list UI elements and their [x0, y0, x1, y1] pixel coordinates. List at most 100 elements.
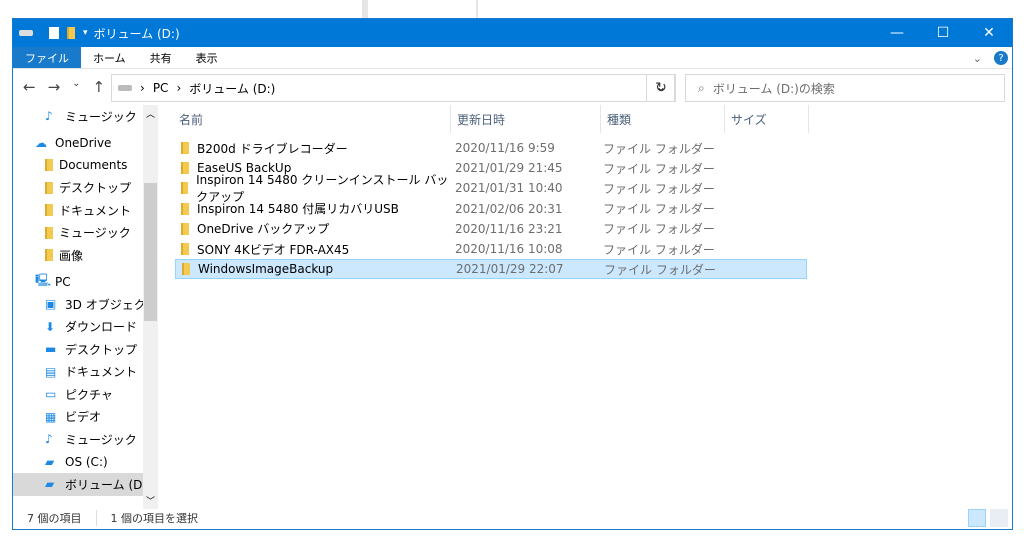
file-type: ファイル フォルダー — [603, 242, 715, 257]
properties-icon[interactable] — [49, 27, 59, 39]
sidebar-item[interactable]: ⬇ ダウンロード — [13, 316, 158, 339]
tab-share[interactable]: 共有 — [138, 47, 184, 68]
file-date: 2021/01/29 22:07 — [456, 262, 564, 277]
sidebar-item-label: OS (C:) — [65, 454, 108, 469]
file-date: 2021/01/29 21:45 — [455, 161, 563, 176]
folder-icon — [181, 202, 189, 215]
file-row[interactable]: Inspiron 14 5480 付属リカバリUSB 2021/02/06 20:… — [175, 199, 807, 219]
nav-icon: ♪ — [45, 109, 53, 124]
nav-icon: ▦ — [45, 409, 57, 424]
details-view-button[interactable] — [968, 509, 986, 527]
sidebar-item-label: ダウンロード — [65, 320, 138, 335]
sidebar-item[interactable]: Documents — [13, 154, 158, 177]
file-row[interactable]: OneDrive バックアップ 2020/11/16 23:21 ファイル フォルダ… — [175, 219, 807, 239]
tab-view[interactable]: 表示 — [184, 47, 230, 68]
sidebar-item[interactable]: ミュージック — [13, 222, 158, 245]
file-name-text: WindowsImageBackup — [198, 262, 334, 277]
sidebar-item-label: デスクトップ — [65, 342, 138, 357]
tab-file[interactable]: ファイル — [13, 47, 81, 68]
large-icons-view-button[interactable] — [990, 509, 1008, 527]
expand-ribbon-icon[interactable]: ⌄ — [961, 47, 994, 69]
nav-icon: ⬇ — [45, 319, 56, 334]
help-icon[interactable]: ? — [994, 51, 1008, 65]
sidebar-item[interactable]: 画像 — [13, 244, 158, 267]
sidebar-item[interactable]: デスクトップ — [13, 177, 158, 200]
nav-icon: ▰ — [45, 477, 55, 492]
file-date: 2021/01/31 10:40 — [455, 181, 563, 196]
sidebar-item[interactable]: ▰ OS (C:) — [13, 451, 158, 474]
navigation-scrollbar[interactable]: ︿ ﹀ — [143, 105, 158, 509]
file-row[interactable]: B200d ドライブレコーダー 2020/11/16 9:59 ファイル フォルダー — [175, 138, 807, 158]
search-input[interactable]: ⌕ ボリューム (D:)の検索 — [685, 74, 1005, 102]
nav-icon: ☁ — [35, 135, 47, 150]
file-name-text: B200d ドライブレコーダー — [197, 141, 348, 156]
file-name: SONY 4Kビデオ FDR-AX45 — [175, 241, 453, 258]
sidebar-item[interactable]: ♪ ミュージック — [13, 105, 158, 128]
column-type[interactable]: 種類 — [601, 105, 725, 133]
column-size[interactable]: サイズ — [725, 105, 809, 133]
sidebar-item[interactable]: ▰ ボリューム (D:) — [13, 473, 158, 496]
sidebar-item[interactable]: ▤ ドキュメント — [13, 361, 158, 384]
breadcrumb-volume-d[interactable]: ボリューム (D:) — [189, 80, 275, 97]
tab-home[interactable]: ホーム — [81, 47, 138, 68]
folder-icon — [181, 243, 189, 255]
sidebar-item[interactable]: ▬ デスクトップ — [13, 338, 158, 361]
column-headers: 名前 更新日時 種類 サイズ — [173, 105, 1012, 133]
nav-icon: ▣ — [45, 297, 57, 312]
nav-icon: ▭ — [45, 387, 57, 402]
folder-icon — [181, 142, 189, 154]
maximize-button[interactable]: ☐ — [920, 19, 966, 47]
sidebar-item[interactable]: ▦ ビデオ — [13, 406, 158, 429]
selection-count: 1 個の項目を選択 — [95, 510, 213, 526]
breadcrumb-sep: › — [140, 81, 145, 95]
folder-icon — [45, 204, 53, 217]
sidebar-item-label: ミュージック — [65, 109, 137, 124]
new-folder-icon[interactable] — [67, 27, 75, 39]
address-bar[interactable]: › PC › ボリューム (D:) ⌄ — [111, 74, 675, 102]
folder-icon — [45, 181, 53, 194]
sidebar-item[interactable]: ♪ ミュージック — [13, 428, 158, 451]
file-date: 2020/11/16 9:59 — [455, 141, 555, 155]
folder-icon — [45, 159, 53, 172]
file-row[interactable]: Inspiron 14 5480 クリーンインストール バックアップ 2021/0… — [175, 173, 807, 204]
sidebar-item[interactable]: 🖳 PC — [13, 271, 158, 294]
recent-locations-button[interactable]: ⌄ — [72, 78, 80, 96]
back-button[interactable]: ← — [23, 78, 36, 96]
sidebar-item-label: ドキュメント — [59, 203, 132, 218]
file-name: OneDrive バックアップ — [175, 220, 453, 237]
sidebar-item-label: 画像 — [59, 248, 84, 263]
nav-icon: ▬ — [45, 342, 57, 357]
breadcrumb-pc[interactable]: PC — [153, 81, 169, 95]
file-name: Inspiron 14 5480 付属リカバリUSB — [175, 200, 453, 217]
sidebar-item[interactable]: ドキュメント — [13, 199, 158, 222]
window-title: ボリューム (D:) — [93, 26, 180, 41]
minimize-button[interactable]: — — [874, 19, 920, 47]
sidebar-item-label: Documents — [59, 158, 128, 173]
file-name: B200d ドライブレコーダー — [175, 140, 453, 157]
file-row[interactable]: WindowsImageBackup 2021/01/29 22:07 ファイル フ… — [175, 259, 807, 280]
folder-icon — [181, 222, 189, 235]
file-type: ファイル フォルダー — [603, 202, 715, 217]
sidebar-item-label: ビデオ — [65, 410, 102, 425]
up-button[interactable]: ↑ — [93, 78, 106, 96]
sidebar-item[interactable]: ▣ 3D オブジェクト — [13, 293, 158, 316]
sidebar-item[interactable]: ▭ ピクチャ — [13, 383, 158, 406]
forward-button[interactable]: → — [48, 78, 61, 96]
folder-icon — [45, 249, 53, 262]
file-row[interactable]: SONY 4Kビデオ FDR-AX45 2020/11/16 10:08 ファイル … — [175, 239, 807, 259]
refresh-button[interactable]: ↻ — [646, 74, 676, 102]
sidebar-item[interactable]: ☁ OneDrive — [13, 132, 158, 155]
sidebar-item-label: ミュージック — [59, 226, 131, 241]
sidebar-item-label: OneDrive — [55, 135, 112, 150]
close-button[interactable]: ✕ — [966, 19, 1012, 47]
customize-quick-access-icon[interactable]: ▾ — [83, 28, 88, 38]
breadcrumb-sep: › — [176, 81, 182, 95]
file-name-text: Inspiron 14 5480 付属リカバリUSB — [197, 202, 399, 217]
explorer-window: ▾ ボリューム (D:) — ☐ ✕ ファイル ホーム 共有 表示 ⌄ ? ← … — [12, 18, 1013, 530]
file-type: ファイル フォルダー — [604, 262, 716, 277]
file-type: ファイル フォルダー — [603, 141, 715, 156]
scrollbar-thumb[interactable] — [144, 183, 157, 321]
column-name[interactable]: 名前 — [173, 105, 451, 133]
sidebar-item-label: ピクチャ — [65, 387, 113, 402]
column-date[interactable]: 更新日時 — [451, 105, 601, 133]
